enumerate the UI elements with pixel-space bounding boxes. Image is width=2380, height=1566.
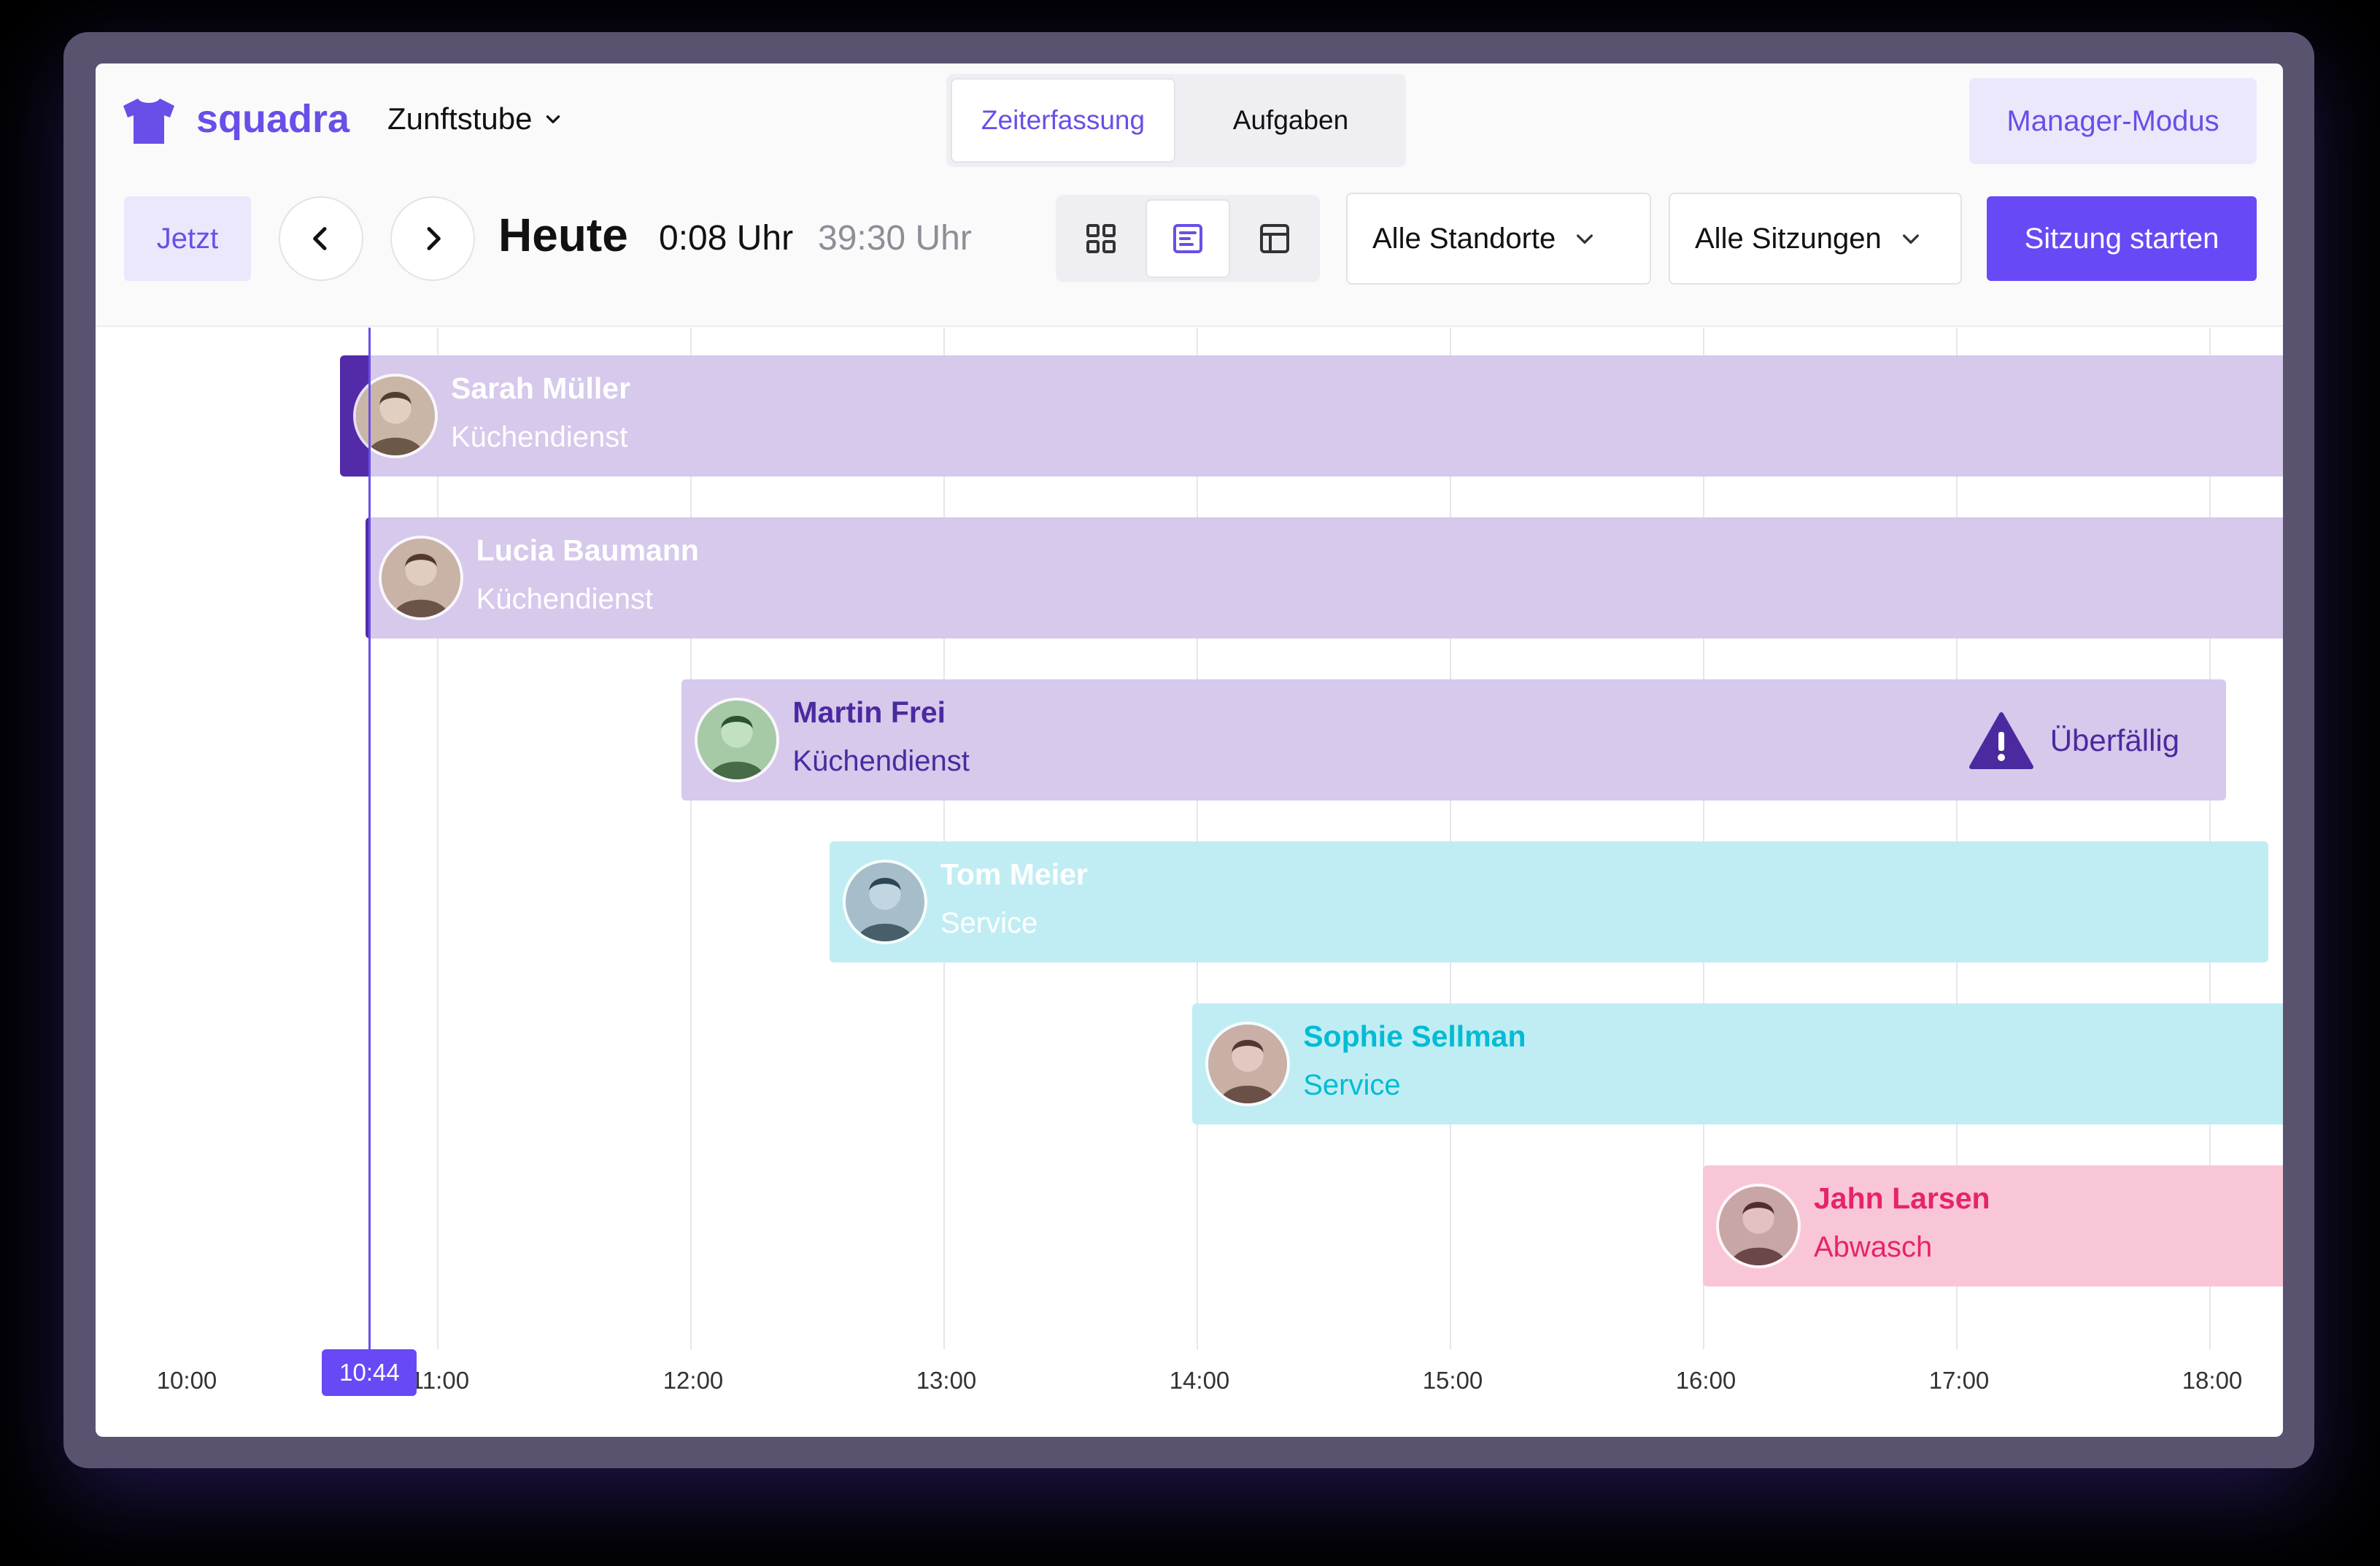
person-role: Service: [1303, 1069, 1401, 1101]
header: squadra Zunftstube Zeiterfassung Aufgabe…: [96, 63, 2283, 327]
person-name: Lucia Baumann: [476, 533, 699, 567]
avatar: [378, 536, 463, 620]
tab-zeiterfassung[interactable]: Zeiterfassung: [951, 78, 1175, 163]
person-name: Sophie Sellman: [1303, 1019, 1526, 1053]
shift-bar[interactable]: Sarah Müller Küchendienst: [339, 355, 2283, 477]
prev-day-button[interactable]: [279, 196, 363, 281]
timeline-view-button[interactable]: [1145, 199, 1230, 278]
hour-label: 16:00: [1675, 1367, 1736, 1394]
avatar-person-icon: [845, 863, 924, 941]
current-time-line: [368, 328, 371, 1349]
hour-label: 14:00: [1169, 1367, 1230, 1394]
hour-label: 12:00: [662, 1367, 724, 1394]
location-filter-label: Alle Standorte: [1372, 222, 1556, 255]
hour-gridline: [690, 328, 692, 1349]
avatar-person-icon: [698, 701, 777, 779]
person-role: Küchendienst: [476, 583, 654, 615]
table-view-button[interactable]: [1235, 199, 1315, 278]
avatar: [352, 374, 438, 458]
hour-label: 15:00: [1422, 1367, 1483, 1394]
manager-mode-button[interactable]: Manager-Modus: [1969, 78, 2257, 164]
overdue-status: Überfällig: [1968, 711, 2179, 770]
now-button[interactable]: Jetzt: [124, 196, 251, 281]
chevron-down-icon: [1902, 234, 1919, 244]
hour-gridline: [437, 328, 438, 1349]
location-filter[interactable]: Alle Standorte: [1346, 193, 1651, 285]
person-role: Abwasch: [1814, 1231, 1933, 1263]
avatar: [842, 860, 927, 944]
avatar-person-icon: [1719, 1187, 1798, 1265]
overdue-label: Überfällig: [2049, 723, 2180, 757]
hour-label: 18:00: [2182, 1367, 2243, 1394]
avatar: [1716, 1184, 1801, 1268]
timeline: 10:00 11:00 12:00 13:00 14:00 15:00 16:00 17:00…: [96, 328, 2283, 1437]
chevron-down-icon: [546, 115, 560, 123]
session-filter-label: Alle Sitzungen: [1695, 222, 1882, 255]
day-label: Heute: [498, 209, 628, 261]
timeline-view-icon: [1172, 224, 1202, 253]
hour-gridline: [1450, 328, 1451, 1349]
shift-bar[interactable]: Lucia Baumann Küchendienst: [365, 517, 2283, 639]
person-role: Service: [940, 907, 1038, 939]
shift-bar[interactable]: Martin Frei Küchendienst Überfällig: [681, 679, 2227, 801]
view-mode-switcher: [1056, 195, 1320, 282]
shift-bar[interactable]: Sophie Sellman Service: [1192, 1003, 2283, 1125]
person-name: Sarah Müller: [450, 371, 631, 405]
brand-name: squadra: [196, 97, 350, 141]
avatar: [695, 698, 780, 782]
avatar-person-icon: [1208, 1025, 1288, 1103]
start-session-button[interactable]: Sitzung starten: [1987, 196, 2257, 281]
hour-gridline: [1197, 328, 1198, 1349]
workspace-name: Zunftstube: [387, 101, 533, 136]
chevron-right-icon: [427, 227, 441, 250]
hour-label: 10:00: [156, 1367, 217, 1394]
avatar-person-icon: [355, 377, 435, 455]
current-time: 0:08 Uhr: [659, 219, 794, 258]
warning-icon: [1968, 712, 2033, 769]
app-window: squadra Zunftstube Zeiterfassung Aufgabe…: [96, 63, 2283, 1437]
grid-view-button[interactable]: [1060, 199, 1141, 278]
chevron-down-icon: [1577, 234, 1593, 244]
person-name: Tom Meier: [940, 857, 1088, 891]
hour-label: 17:00: [1928, 1367, 1990, 1394]
chevron-left-icon: [313, 227, 327, 250]
shirt-logo-icon: [123, 99, 174, 144]
avatar-person-icon: [381, 539, 460, 617]
tab-aufgaben[interactable]: Aufgaben: [1180, 78, 1402, 163]
next-day-button[interactable]: [390, 196, 475, 281]
person-role: Küchendienst: [792, 745, 970, 777]
hour-gridline: [943, 328, 945, 1349]
person-name: Jahn Larsen: [1814, 1181, 1990, 1215]
person-name: Martin Frei: [792, 695, 946, 729]
shift-bar[interactable]: Tom Meier Service: [829, 841, 2268, 963]
table-view-icon: [1260, 224, 1290, 253]
session-filter[interactable]: Alle Sitzungen: [1669, 193, 1962, 285]
workspace-selector[interactable]: Zunftstube: [387, 101, 563, 136]
person-role: Küchendienst: [450, 421, 628, 453]
mode-tabs: Zeiterfassung Aufgaben: [946, 74, 1406, 167]
hour-label: 11:00: [410, 1367, 470, 1394]
shift-bar[interactable]: Jahn Larsen Abwasch: [1703, 1165, 2283, 1287]
current-time-badge: 10:44: [322, 1349, 417, 1396]
grid-view-icon: [1086, 224, 1116, 253]
total-time: 39:30 Uhr: [818, 219, 972, 258]
avatar: [1205, 1022, 1291, 1106]
hour-label: 13:00: [916, 1367, 977, 1394]
